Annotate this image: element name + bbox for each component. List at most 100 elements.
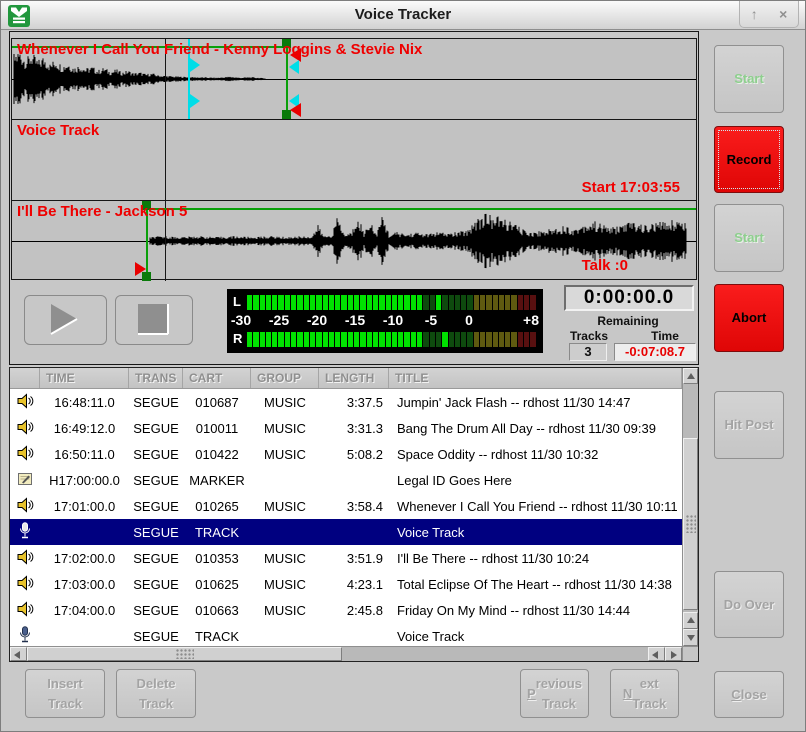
cell-trans: SEGUE [129,395,183,410]
do-over-button[interactable]: Do Over [714,571,784,638]
meter-segment [379,295,384,310]
voice-tracker-window: Voice Tracker ↑ × [0,0,806,732]
log-row[interactable]: 17:04:00.0SEGUE010663MUSIC2:45.8Friday O… [10,597,682,623]
meter-scale-label: -10 [383,312,403,328]
zero-axis-line [12,79,696,80]
hit-post-button[interactable]: Hit Post [714,391,784,459]
log-table-body: 16:48:11.0SEGUE010687MUSIC3:37.5Jumpin' … [10,389,682,646]
track-title: I'll Be There - Jackson 5 [17,203,187,220]
cell-title: Total Eclipse Of The Heart -- rdhost 11/… [389,577,682,592]
column-header-cart[interactable]: CART [183,368,251,388]
track-title: Whenever I Call You Friend - Kenny Loggi… [17,41,422,58]
remaining-tracks-value: 3 [569,343,607,361]
track-before-waveform[interactable]: Whenever I Call You Friend - Kenny Loggi… [12,39,696,120]
log-row[interactable]: 16:48:11.0SEGUE010687MUSIC3:37.5Jumpin' … [10,389,682,415]
log-row[interactable]: 17:01:00.0SEGUE010265MUSIC3:58.4Whenever… [10,493,682,519]
meter-segment [260,295,265,310]
meter-segment [486,332,491,347]
scroll-left-button-2[interactable] [648,647,665,661]
meter-segment [436,332,441,347]
log-row[interactable]: 16:50:11.0SEGUE010422MUSIC5:08.2Space Od… [10,441,682,467]
meter-segment [398,295,403,310]
cell-group: MUSIC [251,499,319,514]
previous-track-button[interactable]: Previous Track [520,669,589,718]
start-after-button[interactable]: Start [714,204,784,272]
log-row[interactable]: 17:03:00.0SEGUE010625MUSIC4:23.1Total Ec… [10,571,682,597]
delete-track-button[interactable]: Delete Track [116,669,196,718]
meter-segment [341,332,346,347]
meter-segment [417,295,422,310]
meter-segment [266,332,271,347]
meter-segment [304,295,309,310]
speaker-icon [17,393,34,409]
track-after-waveform[interactable]: I'll Be There - Jackson 5 Talk :0 [12,201,696,281]
column-header-group[interactable]: GROUP [251,368,319,388]
log-row[interactable]: 17:02:00.0SEGUE010353MUSIC3:51.9I'll Be … [10,545,682,571]
window-controls: ↑ × [739,1,799,28]
meter-segment [430,332,435,347]
cell-group: MUSIC [251,577,319,592]
level-line[interactable] [146,208,696,210]
scroll-up-button-2[interactable] [683,612,698,629]
horizontal-scrollbar-thumb[interactable] [27,647,342,661]
scroll-down-button[interactable] [683,629,698,646]
cell-cart: 010687 [183,395,251,410]
window-titlebar[interactable]: Voice Tracker ↑ × [1,1,805,30]
log-row[interactable]: SEGUETRACKVoice Track [10,623,682,646]
column-header-trans[interactable]: TRANS [129,368,183,388]
meter-scale-label: +8 [523,312,539,328]
meter-segment [480,295,485,310]
cell-cart: 010353 [183,551,251,566]
speaker-icon [17,549,34,565]
talk-start-handle-upper[interactable] [190,58,200,72]
remaining-tracks-label: Tracks [561,329,617,343]
meter-segment [493,332,498,347]
insert-track-button[interactable]: Insert Track [25,669,105,718]
column-header-length[interactable]: LENGTH [319,368,389,388]
play-button[interactable] [24,295,107,345]
track-end-marker-lower[interactable] [290,103,301,117]
meter-segment [335,295,340,310]
log-row[interactable]: H17:00:00.0SEGUEMARKERLegal ID Goes Here [10,467,682,493]
remaining-time-label: Time [637,329,693,343]
column-header-icon[interactable] [10,368,40,388]
scroll-up-button[interactable] [683,368,698,384]
vertical-scrollbar-thumb[interactable] [683,438,698,610]
next-track-button[interactable]: Next Track [610,669,679,718]
close-button[interactable]: Close [714,671,784,718]
record-button[interactable]: Record [714,126,784,193]
cell-trans: SEGUE [129,603,183,618]
scroll-right-button[interactable] [665,647,682,661]
horizontal-scrollbar[interactable] [10,646,682,661]
cell-trans: SEGUE [129,421,183,436]
stop-icon [116,296,190,342]
cell-cart: 010422 [183,447,251,462]
cell-trans: SEGUE [129,629,183,644]
stop-button[interactable] [115,295,193,345]
cell-title: Jumpin' Jack Flash -- rdhost 11/30 14:47 [389,395,682,410]
cell-cart: TRACK [183,525,251,540]
column-header-time[interactable]: TIME [40,368,129,388]
meter-segment [373,332,378,347]
abort-button[interactable]: Abort [714,284,784,352]
meter-segment [404,332,409,347]
meter-segment [266,295,271,310]
scroll-left-button[interactable] [10,647,27,661]
track-start-marker[interactable] [135,262,146,276]
tracks-area: Whenever I Call You Friend - Kenny Loggi… [11,38,697,280]
meter-segment [486,295,491,310]
audio-level-meter: L -30-25-20-15-10-50+8 R [227,289,543,353]
row-icon-cell [10,601,40,620]
meter-segment [272,332,277,347]
log-row[interactable]: SEGUETRACKVoice Track [10,519,682,545]
column-header-title[interactable]: TITLE [389,368,682,388]
log-row[interactable]: 16:49:12.0SEGUE010011MUSIC3:31.3Bang The… [10,415,682,441]
meter-segment [423,295,428,310]
close-window-icon[interactable]: × [779,6,787,22]
vertical-scrollbar[interactable] [682,368,698,646]
track-voice[interactable]: Voice Track Start 17:03:55 [12,120,696,201]
shade-window-icon[interactable]: ↑ [751,6,758,22]
talk-end-handle-upper[interactable] [289,60,299,74]
talk-start-handle-lower[interactable] [190,94,200,108]
start-before-button[interactable]: Start [714,45,784,113]
